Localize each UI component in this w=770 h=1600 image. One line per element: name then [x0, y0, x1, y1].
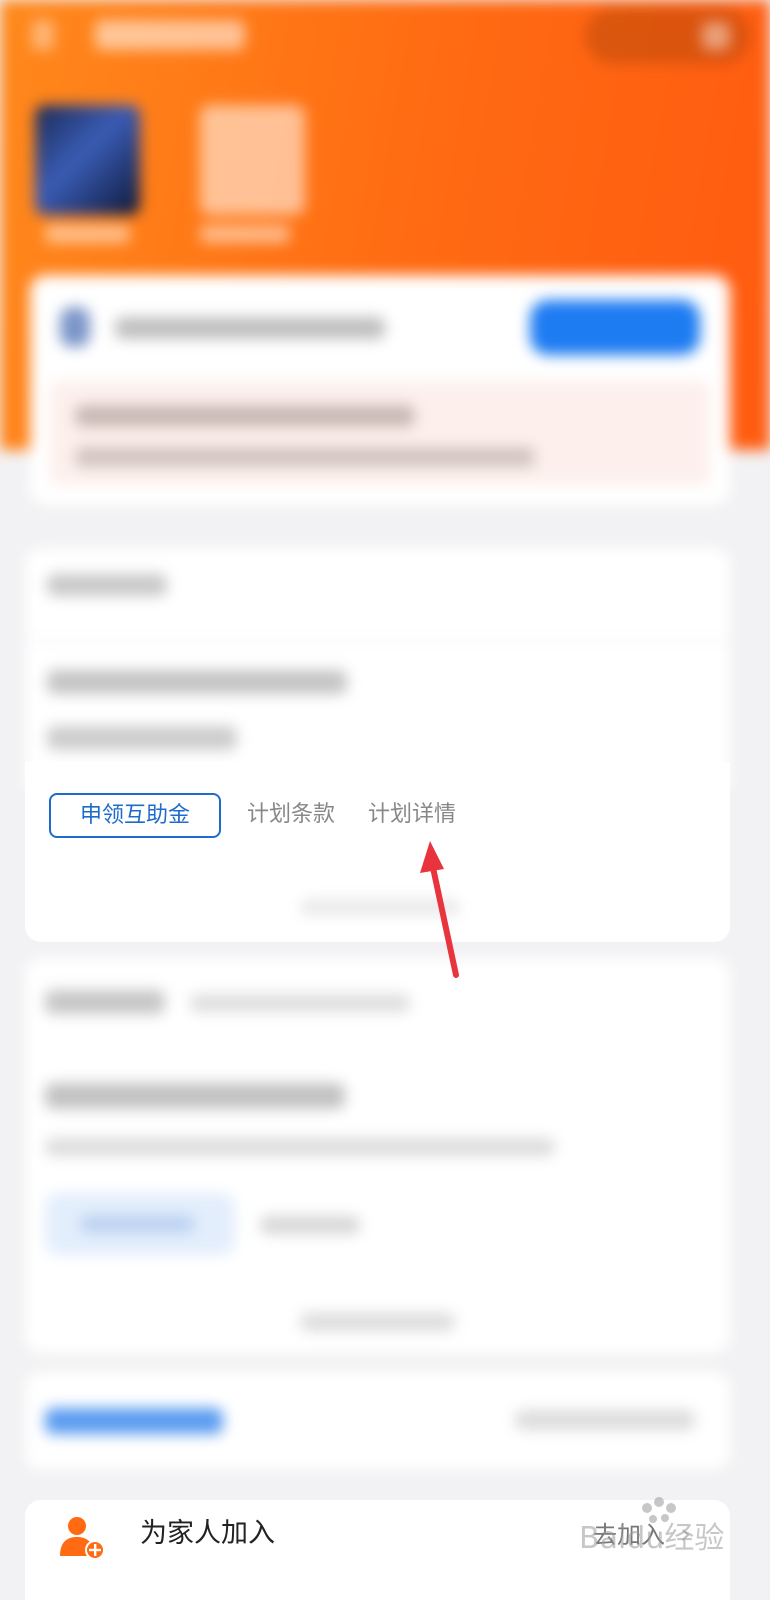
plan-thumbnail: [200, 105, 305, 215]
tab-apply-subsidy[interactable]: 申领互助金: [49, 793, 221, 838]
tab-plan-terms[interactable]: 计划条款: [247, 800, 335, 830]
tab-plan-details[interactable]: 计划详情: [368, 800, 456, 830]
plan-card: [25, 548, 730, 788]
watermark-text: Baidu经验: [579, 1521, 724, 1556]
group-card: [25, 958, 730, 1353]
page-title-blurred: [95, 20, 245, 50]
invite-card: [25, 1372, 730, 1470]
plan-thumbnail: [35, 105, 140, 215]
red-arrow-icon: [420, 841, 459, 978]
back-icon: [32, 20, 54, 50]
join-for-family-label: 为家人加入: [140, 1518, 275, 1549]
capsule-menu-button: [585, 8, 750, 64]
person-add-icon: [60, 1517, 105, 1560]
baidu-jingyan-watermark: Baidu经验: [579, 1497, 724, 1556]
notice-card: [30, 275, 730, 505]
